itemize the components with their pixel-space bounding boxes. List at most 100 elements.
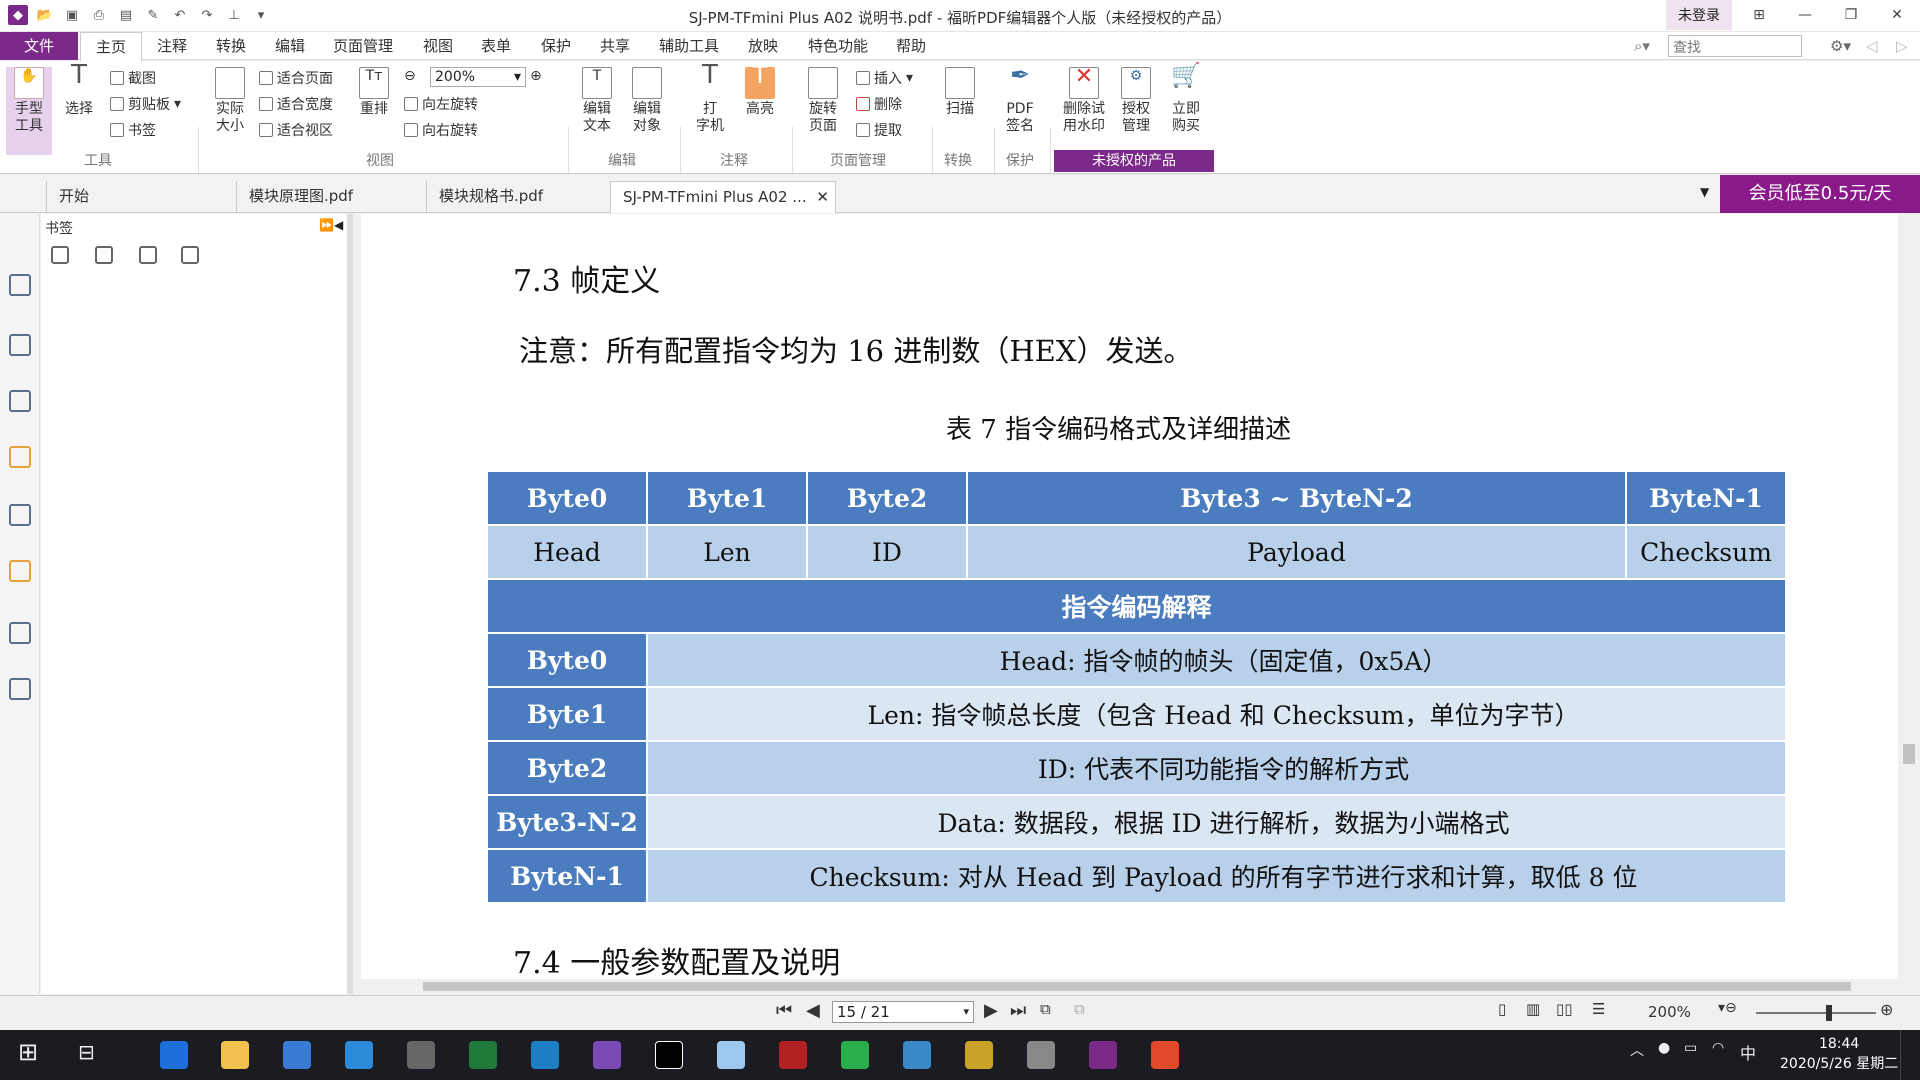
facing-page-icon[interactable]: ▯▯ xyxy=(1556,1000,1573,1018)
remove-watermark-button[interactable]: ✕ 删除试 用水印 xyxy=(1058,66,1110,135)
tab-list-icon[interactable]: ▼ xyxy=(1700,185,1709,199)
next-view-icon[interactable]: ⧉ xyxy=(1074,1000,1085,1018)
menu-help[interactable]: 帮助 xyxy=(896,32,926,60)
calculator-icon[interactable] xyxy=(407,1041,435,1069)
document-view[interactable]: 7.3 帧定义 注意：所有配置指令均为 16 进制数（HEX）发送。 表 7 指… xyxy=(361,214,1898,979)
continuous-facing-icon[interactable]: ☰ xyxy=(1592,1000,1605,1018)
insert-button[interactable]: 插入 ▾ xyxy=(856,68,913,88)
app-icon[interactable] xyxy=(655,1041,683,1069)
fit-width-button[interactable]: 适合宽度 xyxy=(259,94,333,114)
zoom-dropdown-icon[interactable]: ▾⊖ xyxy=(1718,1000,1737,1016)
menu-home[interactable]: 主页 xyxy=(80,32,142,61)
screenshot-button[interactable]: 截图 xyxy=(110,68,156,88)
signature-panel-icon[interactable] xyxy=(9,678,31,700)
zoom-in-status-icon[interactable]: ⊕ xyxy=(1880,1000,1893,1019)
store-icon[interactable] xyxy=(283,1041,311,1069)
security-panel-icon[interactable] xyxy=(9,560,31,582)
tray-expand-icon[interactable]: ︿ xyxy=(1630,1040,1644,1060)
search-input[interactable]: 查找 xyxy=(1668,35,1802,57)
continuous-page-icon[interactable]: ▥ xyxy=(1526,1000,1540,1018)
menu-protect[interactable]: 保护 xyxy=(541,32,571,60)
back-icon[interactable]: ◁ xyxy=(1866,32,1878,60)
pdf-sign-button[interactable]: ✒ PDF 签名 xyxy=(1000,63,1040,135)
wechat-icon[interactable] xyxy=(841,1041,869,1069)
zoom-in-icon[interactable]: ⊕ xyxy=(530,68,542,84)
tool-icon[interactable] xyxy=(965,1041,993,1069)
qq-icon[interactable]: ● xyxy=(1658,1040,1670,1056)
single-page-icon[interactable]: ▯ xyxy=(1498,1000,1506,1018)
scroll-thumb[interactable] xyxy=(423,982,1851,991)
attachments-panel-icon[interactable] xyxy=(9,504,31,526)
bookmark-button[interactable]: 书签 xyxy=(110,120,156,140)
comments-panel-icon[interactable] xyxy=(9,446,31,468)
network-icon[interactable]: ◠ xyxy=(1712,1040,1724,1056)
scroll-thumb[interactable] xyxy=(1903,744,1915,764)
tab-start[interactable]: 开始 xyxy=(46,181,236,213)
panel-collapse-icon[interactable]: ⏩◀ xyxy=(319,218,343,232)
bookmarks-panel-icon[interactable] xyxy=(9,274,31,296)
layers-panel-icon[interactable] xyxy=(9,390,31,412)
foxit-icon[interactable] xyxy=(1089,1041,1117,1069)
content-panel-icon[interactable] xyxy=(9,622,31,644)
menu-slideshow[interactable]: 放映 xyxy=(748,32,778,60)
scan-button[interactable]: 扫描 xyxy=(940,67,980,118)
tab-spec[interactable]: 模块规格书.pdf xyxy=(426,181,606,213)
page-number-input[interactable]: 15 / 21 ▾ xyxy=(832,1001,974,1023)
edge-icon[interactable] xyxy=(160,1041,188,1069)
menu-assist-tools[interactable]: 辅助工具 xyxy=(659,32,719,60)
close-icon[interactable]: ✕ xyxy=(1874,0,1920,30)
close-tab-icon[interactable]: ✕ xyxy=(816,182,829,212)
browser-icon[interactable] xyxy=(717,1041,745,1069)
atk-xcom-icon[interactable] xyxy=(779,1041,807,1069)
vertical-scrollbar[interactable] xyxy=(1898,214,1920,994)
highlight-button[interactable]: T 高亮 xyxy=(740,63,780,118)
zoom-level[interactable]: 200% xyxy=(1648,1003,1691,1021)
typewriter-button[interactable]: T 打 字机 xyxy=(690,62,730,135)
layout-icon[interactable]: ⊞ xyxy=(1736,0,1782,30)
rotate-page-button[interactable]: 旋转 页面 xyxy=(800,67,846,135)
menu-comment[interactable]: 注释 xyxy=(157,32,187,60)
bookmark-expand-icon[interactable] xyxy=(51,246,69,264)
visual-studio-icon[interactable] xyxy=(593,1041,621,1069)
tab-schematic[interactable]: 模块原理图.pdf xyxy=(236,181,426,213)
edit-object-button[interactable]: 编辑 对象 xyxy=(626,67,668,135)
fit-view-button[interactable]: 适合视区 xyxy=(259,120,333,140)
aperture-icon[interactable] xyxy=(903,1041,931,1069)
show-desktop-button[interactable] xyxy=(1900,1030,1920,1080)
login-button[interactable]: 未登录 xyxy=(1666,0,1732,30)
file-menu[interactable]: 文件 xyxy=(0,32,78,60)
menu-view[interactable]: 视图 xyxy=(423,32,453,60)
fit-page-button[interactable]: 适合页面 xyxy=(259,68,333,88)
pages-panel-icon[interactable] xyxy=(9,334,31,356)
last-page-icon[interactable]: ⏭ xyxy=(1010,1000,1026,1021)
battery-icon[interactable]: ▭ xyxy=(1684,1040,1697,1056)
next-page-icon[interactable]: ▶ xyxy=(984,1000,998,1021)
clipboard-button[interactable]: 剪贴板 ▾ xyxy=(110,94,181,114)
task-view-icon[interactable]: ⊟ xyxy=(78,1040,95,1064)
horizontal-scrollbar[interactable] xyxy=(361,979,1898,994)
bookmark-add-icon[interactable] xyxy=(95,246,113,264)
menu-page-manage[interactable]: 页面管理 xyxy=(333,32,393,60)
zoom-select[interactable]: 200% ▾ xyxy=(430,67,526,87)
wps-icon[interactable] xyxy=(469,1041,497,1069)
menu-share[interactable]: 共享 xyxy=(600,32,630,60)
find-tool-icon[interactable]: ⌕▾ xyxy=(1634,32,1650,60)
bookmark-remove-icon[interactable] xyxy=(139,246,157,264)
hand-tool-button[interactable]: ✋ 手型 工具 xyxy=(6,67,52,155)
zoom-out-icon[interactable]: ⊖ xyxy=(404,68,416,84)
delete-button[interactable]: 删除 xyxy=(856,94,902,114)
input-method[interactable]: 中 xyxy=(1740,1040,1756,1064)
zoom-slider-handle[interactable] xyxy=(1826,1005,1832,1021)
clock[interactable]: 18:44 2020/5/26 星期二 xyxy=(1780,1034,1898,1074)
menu-edit[interactable]: 编辑 xyxy=(275,32,305,60)
first-page-icon[interactable]: ⏮ xyxy=(776,1000,792,1021)
presentation-icon[interactable] xyxy=(1151,1041,1179,1069)
edit-text-button[interactable]: T 编辑 文本 xyxy=(576,67,618,135)
minimize-icon[interactable]: — xyxy=(1782,0,1828,30)
start-icon[interactable]: ⊞ xyxy=(18,1038,38,1066)
actual-size-button[interactable]: 实际 大小 xyxy=(208,67,252,135)
zoom-slider[interactable] xyxy=(1756,1012,1876,1014)
restore-icon[interactable]: ❐ xyxy=(1828,0,1874,30)
mail-icon[interactable] xyxy=(345,1041,373,1069)
menu-features[interactable]: 特色功能 xyxy=(808,32,868,60)
